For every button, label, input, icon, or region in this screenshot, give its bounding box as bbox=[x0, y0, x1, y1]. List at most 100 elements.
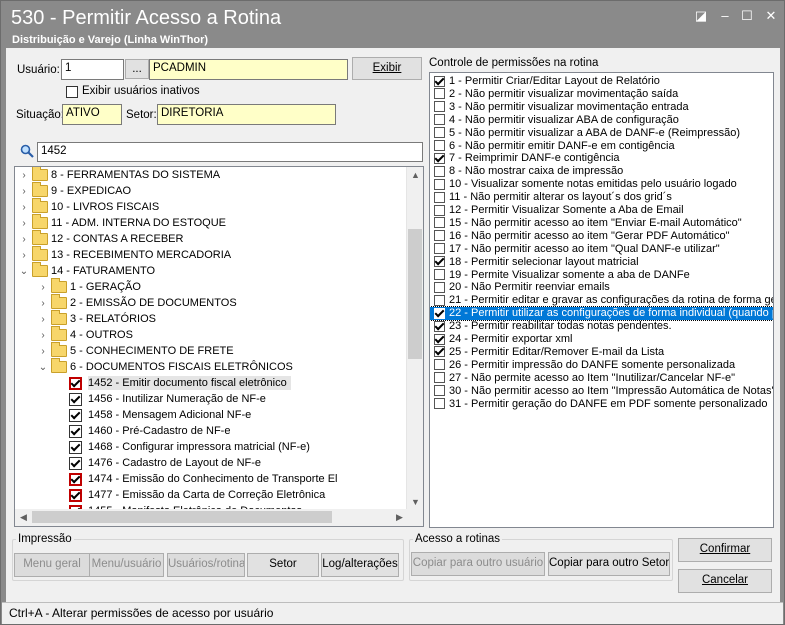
routine-checkbox[interactable] bbox=[69, 424, 82, 438]
tree-vertical-scrollbar[interactable]: ▲ ▼ bbox=[406, 167, 423, 511]
collapse-arrow-icon[interactable]: › bbox=[37, 344, 49, 360]
minimize-icon[interactable]: – bbox=[715, 8, 735, 24]
permission-checkbox[interactable] bbox=[434, 127, 445, 139]
tree-routine-item[interactable]: 1460 - Pré-Cadastro de NF-e bbox=[69, 423, 230, 439]
collapse-arrow-icon[interactable]: › bbox=[18, 248, 30, 264]
permission-item[interactable]: 11 - Não permitir alterar os layout´s do… bbox=[430, 191, 773, 204]
permission-item[interactable]: 3 - Não permitir visualizar movimentação… bbox=[430, 101, 773, 114]
permission-checkbox[interactable] bbox=[434, 101, 445, 113]
routine-checkbox[interactable] bbox=[69, 408, 82, 422]
permission-checkbox[interactable] bbox=[434, 204, 445, 216]
tree-routine-item[interactable]: 1458 - Mensagem Adicional NF-e bbox=[69, 407, 251, 423]
menu-usuario-button[interactable]: Menu/usuário bbox=[89, 553, 164, 577]
permission-item[interactable]: 16 - Não permitir acesso ao item "Gerar … bbox=[430, 230, 773, 243]
permission-checkbox[interactable] bbox=[434, 88, 445, 100]
permission-item[interactable]: 24 - Permitir exportar xml bbox=[430, 333, 773, 346]
tree-routine-item[interactable]: 1476 - Cadastro de Layout de NF-e bbox=[69, 455, 261, 471]
confirm-button[interactable]: Confirmar bbox=[678, 538, 772, 562]
collapse-arrow-icon[interactable]: › bbox=[18, 200, 30, 216]
permission-item[interactable]: 5 - Não permitir visualizar a ABA de DAN… bbox=[430, 127, 773, 140]
permission-checkbox[interactable] bbox=[434, 281, 445, 293]
permission-checkbox[interactable] bbox=[434, 269, 445, 281]
permission-item[interactable]: 21 - Permitir editar e gravar as configu… bbox=[430, 294, 773, 307]
tree-folder-item[interactable]: › 3 - RELATÓRIOS bbox=[37, 310, 156, 327]
permission-checkbox[interactable] bbox=[434, 372, 445, 384]
permission-item[interactable]: 15 - Não permitir acesso ao item "Enviar… bbox=[430, 217, 773, 230]
scroll-thumb[interactable] bbox=[408, 229, 422, 359]
tree-folder-item[interactable]: › 13 - RECEBIMENTO MERCADORIA bbox=[18, 246, 231, 264]
permission-item[interactable]: 23 - Permitir reabilitar todas notas pen… bbox=[430, 320, 773, 333]
collapse-arrow-icon[interactable]: › bbox=[37, 328, 49, 344]
tree-folder-item[interactable]: › 8 - FERRAMENTAS DO SISTEMA bbox=[18, 167, 220, 183]
collapse-arrow-icon[interactable]: › bbox=[18, 168, 30, 184]
permission-item[interactable]: 6 - Não permitir emitir DANF-e em contig… bbox=[430, 140, 773, 153]
permission-item[interactable]: 30 - Não permitir acesso ao Item "Impres… bbox=[430, 385, 773, 398]
permission-item[interactable]: 26 - Permitir impressão do DANFE somente… bbox=[430, 359, 773, 372]
permission-checkbox[interactable] bbox=[434, 243, 445, 255]
tree-folder-item[interactable]: ⌄ 6 - DOCUMENTOS FISCAIS ELETRÔNICOS bbox=[37, 358, 293, 376]
tree-folder-item[interactable]: › 9 - EXPEDICAO bbox=[18, 182, 131, 199]
tree-routine-item[interactable]: 1452 - Emitir documento fiscal eletrônic… bbox=[69, 375, 291, 391]
permission-item[interactable]: 2 - Não permitir visualizar movimentação… bbox=[430, 88, 773, 101]
scroll-right-icon[interactable]: ▶ bbox=[391, 509, 408, 526]
permission-item[interactable]: 31 - Permitir geração do DANFE em PDF so… bbox=[430, 398, 773, 411]
permission-checkbox[interactable] bbox=[434, 256, 445, 268]
permission-checkbox[interactable] bbox=[434, 320, 445, 332]
scroll-thumb-horizontal[interactable] bbox=[32, 511, 332, 523]
scroll-left-icon[interactable]: ◀ bbox=[15, 509, 32, 526]
tree-folder-item[interactable]: › 12 - CONTAS A RECEBER bbox=[18, 230, 183, 248]
permission-checkbox[interactable] bbox=[434, 385, 445, 397]
permission-item[interactable]: 19 - Permite Visualizar somente a aba de… bbox=[430, 269, 773, 282]
menu-geral-button[interactable]: Menu geral bbox=[14, 553, 90, 577]
setor-button[interactable]: Setor bbox=[247, 553, 319, 577]
expand-arrow-icon[interactable]: ⌄ bbox=[37, 360, 49, 376]
permission-item[interactable]: 1 - Permitir Criar/Editar Layout de Rela… bbox=[430, 75, 773, 88]
permission-item[interactable]: 4 - Não permitir visualizar ABA de confi… bbox=[430, 114, 773, 127]
search-input[interactable]: 1452 bbox=[37, 142, 423, 162]
permission-checkbox[interactable] bbox=[434, 217, 445, 229]
collapse-arrow-icon[interactable]: › bbox=[37, 296, 49, 312]
show-button[interactable]: Exibir bbox=[352, 57, 422, 80]
permission-item[interactable]: 7 - Reimprimir DANF-e contigência bbox=[430, 152, 773, 165]
permission-item[interactable]: 18 - Permitir selecionar layout matricia… bbox=[430, 256, 773, 269]
permission-checkbox[interactable] bbox=[434, 307, 445, 319]
permission-checkbox[interactable] bbox=[434, 152, 445, 164]
tree-folder-item[interactable]: › 11 - ADM. INTERNA DO ESTOQUE bbox=[18, 214, 226, 232]
tree-folder-item[interactable]: › 1 - GERAÇÃO bbox=[37, 278, 141, 296]
close-icon[interactable]: ✕ bbox=[761, 8, 781, 24]
permission-checkbox[interactable] bbox=[434, 346, 445, 358]
tree-routine-item[interactable]: 1468 - Configurar impressora matricial (… bbox=[69, 439, 310, 455]
cancel-button[interactable]: Cancelar bbox=[678, 569, 772, 593]
permission-checkbox[interactable] bbox=[434, 359, 445, 371]
permission-item[interactable]: 20 - Não Permitir reenviar emails bbox=[430, 281, 773, 294]
collapse-arrow-icon[interactable]: › bbox=[18, 232, 30, 248]
copy-to-user-button[interactable]: Copiar para outro usuário bbox=[411, 552, 545, 576]
tree-routine-item[interactable]: 1477 - Emissão da Carta de Correção Elet… bbox=[69, 487, 325, 503]
log-alteracoes-button[interactable]: Log/alterações bbox=[321, 553, 399, 577]
routine-checkbox[interactable] bbox=[69, 456, 82, 470]
permission-item[interactable]: 25 - Permitir Editar/Remover E-mail da L… bbox=[430, 346, 773, 359]
permission-checkbox[interactable] bbox=[434, 333, 445, 345]
collapse-arrow-icon[interactable]: › bbox=[37, 280, 49, 296]
tree-folder-item[interactable]: › 5 - CONHECIMENTO DE FRETE bbox=[37, 342, 234, 360]
routine-checkbox[interactable] bbox=[69, 440, 82, 454]
permission-item[interactable]: 8 - Não mostrar caixa de impressão bbox=[430, 165, 773, 178]
show-inactive-checkbox[interactable] bbox=[66, 86, 78, 98]
scroll-up-icon[interactable]: ▲ bbox=[407, 167, 423, 184]
routine-checkbox[interactable] bbox=[69, 472, 82, 486]
tree-folder-item[interactable]: › 4 - OUTROS bbox=[37, 326, 133, 344]
permission-checkbox[interactable] bbox=[434, 294, 445, 306]
permission-checkbox[interactable] bbox=[434, 191, 445, 203]
tree-folder-item[interactable]: › 10 - LIVROS FISCAIS bbox=[18, 198, 159, 216]
permission-item[interactable]: 10 - Visualizar somente notas emitidas p… bbox=[430, 178, 773, 191]
maximize-icon[interactable]: ☐ bbox=[737, 8, 757, 24]
permission-item[interactable]: 17 - Não permitir acesso ao item "Qual D… bbox=[430, 243, 773, 256]
permission-checkbox[interactable] bbox=[434, 114, 445, 126]
tree-horizontal-scrollbar[interactable]: ◀ ▶ bbox=[15, 509, 423, 526]
permission-checkbox[interactable] bbox=[434, 230, 445, 242]
permission-checkbox[interactable] bbox=[434, 398, 445, 410]
collapse-arrow-icon[interactable]: › bbox=[18, 216, 30, 232]
routine-checkbox[interactable] bbox=[69, 376, 82, 390]
usuarios-rotina-button[interactable]: Usuários/rotina bbox=[167, 553, 245, 577]
permission-checkbox[interactable] bbox=[434, 165, 445, 177]
